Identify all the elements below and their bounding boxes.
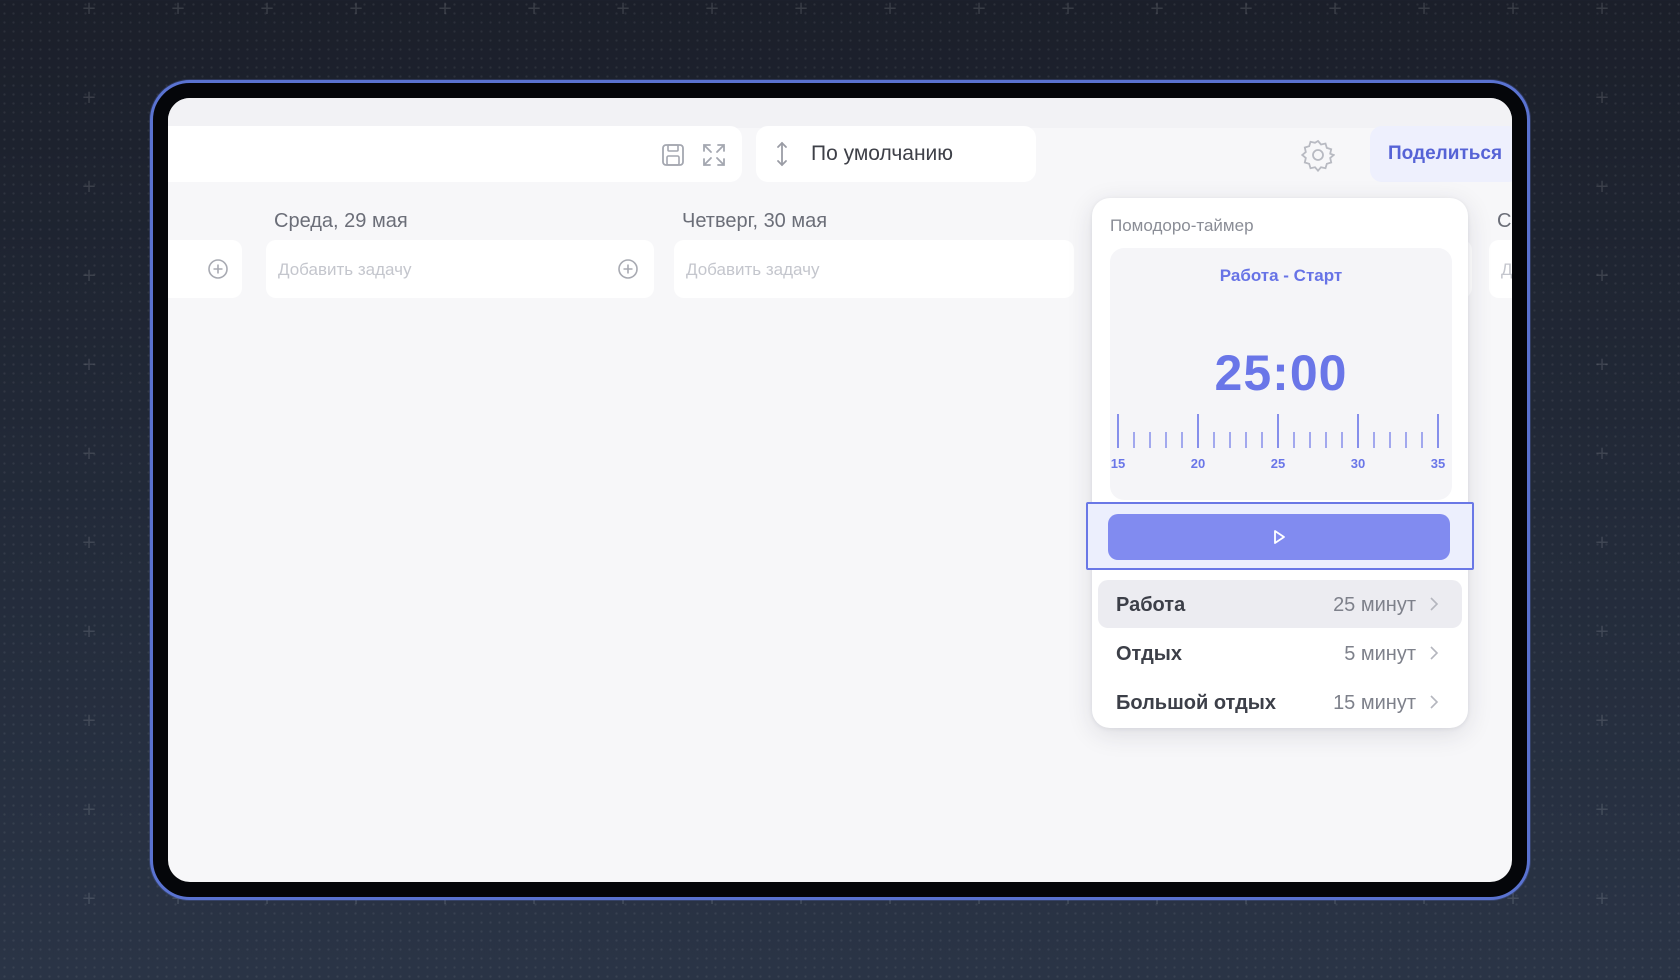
- plus-pattern-mark: +: [81, 87, 97, 108]
- plus-pattern-mark: +: [793, 0, 809, 19]
- plus-pattern-mark: +: [882, 0, 898, 19]
- plus-circle-icon[interactable]: [616, 257, 640, 281]
- sort-arrow-icon: [777, 141, 787, 167]
- task-input-wednesday[interactable]: Добавить задачу: [266, 240, 654, 298]
- timer-card: Работа - Старт 25:00 15 20 25 30 35: [1110, 248, 1452, 500]
- pomodoro-title: Помодоро-таймер: [1110, 216, 1254, 235]
- plus-pattern-mark: +: [1327, 0, 1343, 19]
- plus-pattern-mark: +: [1416, 0, 1432, 19]
- task-input-next[interactable]: Д: [1489, 240, 1512, 298]
- plus-pattern-mark: +: [1594, 176, 1610, 197]
- option-break[interactable]: Отдых 5 минут: [1098, 629, 1462, 677]
- plus-pattern-mark: +: [81, 265, 97, 286]
- chevron-right-icon: [1430, 646, 1439, 660]
- day-title-next: С: [1497, 210, 1512, 232]
- task-placeholder: Добавить задачу: [278, 260, 412, 279]
- plus-pattern-mark: +: [81, 621, 97, 642]
- task-placeholder: Д: [1501, 260, 1512, 279]
- sort-label: По умолчанию: [811, 142, 954, 165]
- pomodoro-popover: Помодоро-таймер Работа - Старт 25:00 15 2…: [1086, 198, 1474, 728]
- option-name: Работа: [1116, 594, 1186, 616]
- plus-pattern-mark: +: [1060, 0, 1076, 19]
- ruler-label: 15: [1111, 456, 1125, 471]
- plus-pattern-mark: +: [259, 0, 275, 19]
- option-name: Большой отдых: [1116, 692, 1276, 714]
- plus-pattern-mark: +: [437, 0, 453, 19]
- plus-pattern-mark: +: [170, 0, 186, 19]
- plus-pattern-mark: +: [526, 0, 542, 19]
- chevron-right-icon: [1430, 597, 1439, 611]
- plus-pattern-mark: +: [81, 799, 97, 820]
- ruler-label: 30: [1351, 456, 1365, 471]
- plus-pattern-mark: +: [81, 443, 97, 464]
- timer-display: 25:00: [1214, 345, 1348, 401]
- option-value: 25 минут: [1333, 594, 1416, 616]
- plus-pattern-mark: +: [348, 0, 364, 19]
- ruler-label: 20: [1191, 456, 1205, 471]
- plus-pattern-mark: +: [1594, 87, 1610, 108]
- plus-pattern-mark: +: [81, 710, 97, 731]
- task-placeholder: Добавить задачу: [686, 260, 820, 279]
- option-long-break[interactable]: Большой отдых 15 минут: [1098, 678, 1462, 726]
- day-title-wednesday: Среда, 29 мая: [274, 210, 408, 232]
- timer-mode-label: Работа - Старт: [1219, 266, 1343, 285]
- plus-pattern-mark: +: [1149, 0, 1165, 19]
- chevron-right-icon: [1430, 695, 1439, 709]
- start-button-frame: [1086, 502, 1474, 570]
- fullscreen-icon[interactable]: [701, 142, 727, 168]
- plus-pattern-mark: +: [1594, 354, 1610, 375]
- start-button[interactable]: [1108, 514, 1450, 560]
- plus-pattern-mark: +: [1594, 443, 1610, 464]
- plus-pattern-mark: +: [1594, 710, 1610, 731]
- option-value: 5 минут: [1344, 643, 1416, 665]
- duration-ruler[interactable]: 15 20 25 30 35: [1110, 414, 1452, 484]
- plus-pattern-mark: +: [1238, 0, 1254, 19]
- task-input-partial[interactable]: [168, 240, 242, 298]
- ruler-label: 35: [1431, 456, 1445, 471]
- gear-icon[interactable]: [1301, 138, 1335, 172]
- plus-pattern-mark: +: [615, 0, 631, 19]
- share-button[interactable]: Поделиться: [1370, 126, 1512, 182]
- plus-pattern-mark: +: [1594, 799, 1610, 820]
- sort-dropdown[interactable]: По умолчанию: [756, 126, 1036, 182]
- day-title-thursday: Четверг, 30 мая: [682, 210, 828, 232]
- plus-pattern-mark: +: [81, 176, 97, 197]
- plus-pattern-mark: +: [81, 888, 97, 909]
- toolbar-search-area[interactable]: [168, 126, 742, 182]
- option-work[interactable]: Работа 25 минут: [1098, 580, 1462, 628]
- save-icon[interactable]: [660, 142, 686, 168]
- plus-pattern-mark: +: [1594, 888, 1610, 909]
- plus-pattern-mark: +: [1594, 0, 1610, 19]
- plus-pattern-mark: +: [1505, 0, 1521, 19]
- plus-pattern-mark: +: [1594, 532, 1610, 553]
- ruler-label: 25: [1271, 456, 1285, 471]
- option-name: Отдых: [1116, 643, 1182, 665]
- play-icon: [1274, 530, 1285, 544]
- plus-pattern-mark: +: [1594, 265, 1610, 286]
- plus-pattern-mark: +: [81, 532, 97, 553]
- plus-pattern-mark: +: [81, 0, 97, 19]
- plus-pattern-mark: +: [81, 354, 97, 375]
- app-screen: По умолчанию Поделиться Среда, 29 мая До…: [168, 98, 1512, 882]
- plus-pattern-mark: +: [704, 0, 720, 19]
- task-input-thursday[interactable]: Добавить задачу: [674, 240, 1074, 298]
- option-value: 15 минут: [1333, 692, 1416, 714]
- plus-circle-icon[interactable]: [206, 257, 230, 281]
- plus-pattern-mark: +: [1594, 621, 1610, 642]
- top-strip: [168, 98, 1512, 128]
- plus-pattern-mark: +: [971, 0, 987, 19]
